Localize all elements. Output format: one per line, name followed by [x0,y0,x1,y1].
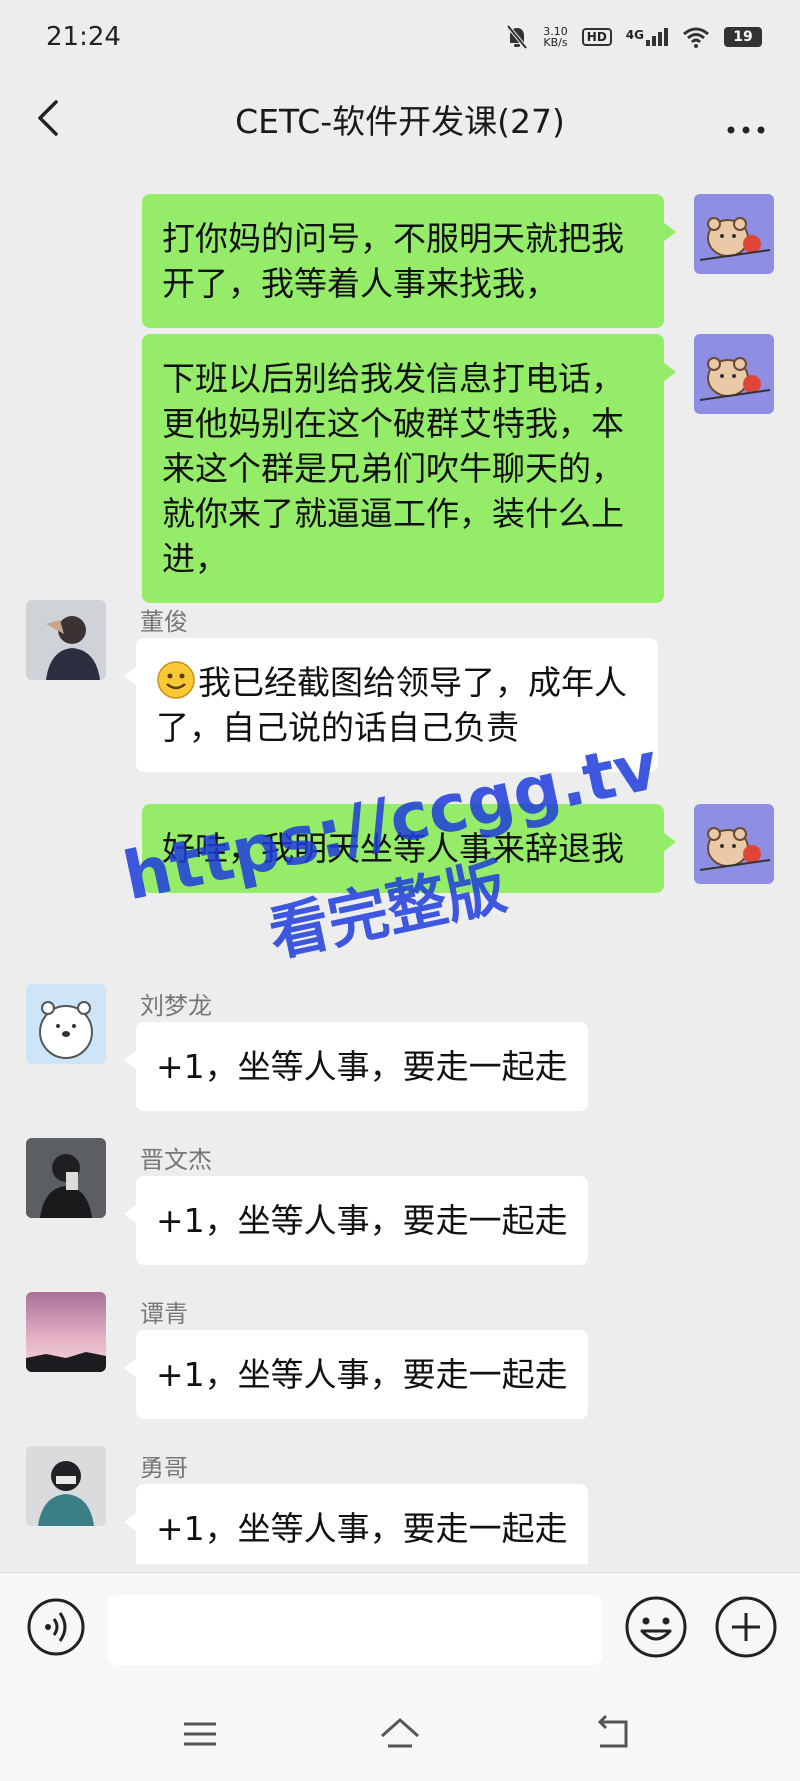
home-icon[interactable] [378,1714,422,1754]
emoji-icon[interactable] [624,1595,688,1659]
message-other: 晋文杰 +1，坐等人事，要走一起走 [0,1138,800,1288]
system-nav-bar [0,1692,800,1781]
sender-name: 晋文杰 [140,1146,212,1174]
bear-avatar[interactable] [694,194,774,274]
menu-icon[interactable] [178,1714,222,1754]
message-own: 下班以后别给我发信息打电话，更他妈别在这个破群艾特我，本来这个群是兄弟们吹牛聊天… [0,304,800,603]
wifi-icon [683,27,709,48]
message-other: 刘梦龙 +1，坐等人事，要走一起走 [0,984,800,1134]
message-text-field[interactable] [108,1595,602,1665]
user-avatar[interactable] [26,600,106,680]
back-arrow-icon[interactable] [30,96,70,140]
chat-message-list[interactable]: 打你妈的问号，不服明天就把我开了，我等着人事来找我， 下班以后别给我发信息打电话… [0,164,800,1564]
battery-indicator: 19 [724,27,762,47]
net-speed: 3.10 KB/s [543,26,568,48]
message-bubble[interactable]: 好哇，我明天坐等人事来辞退我 [142,804,676,893]
voice-input-icon[interactable] [26,1597,86,1657]
message-bubble[interactable]: 我已经截图给领导了，成年人了，自己说的话自己负责 [124,638,658,772]
more-options-icon[interactable] [726,104,766,144]
user-avatar[interactable] [26,1446,106,1526]
message-bubble[interactable]: +1，坐等人事，要走一起走 [124,1022,588,1111]
sender-name: 勇哥 [140,1454,188,1482]
network-type: 4G [625,28,644,42]
chat-header: CETC-软件开发课(27) [0,74,800,164]
message-input-bar [0,1572,800,1692]
sender-name: 谭青 [140,1300,188,1328]
user-avatar[interactable] [26,984,106,1064]
message-other: 谭青 +1，坐等人事，要走一起走 [0,1292,800,1442]
chat-title: CETC-软件开发课(27) [235,102,565,141]
status-time: 21:24 [46,22,121,52]
message-bubble[interactable]: +1，坐等人事，要走一起走 [124,1176,588,1265]
message-bubble[interactable]: 下班以后别给我发信息打电话，更他妈别在这个破群艾特我，本来这个群是兄弟们吹牛聊天… [142,334,676,603]
message-own: 好哇，我明天坐等人事来辞退我 [0,774,800,924]
sender-name: 董俊 [140,608,188,636]
message-bubble[interactable]: +1，坐等人事，要走一起走 [124,1484,588,1564]
message-bubble[interactable]: +1，坐等人事，要走一起走 [124,1330,588,1419]
status-icons: 3.10 KB/s HD 4G 19 [505,24,762,50]
signal-bars-icon [646,28,668,46]
hd-badge: HD [581,28,612,46]
message-text: 我已经截图给领导了，成年人了，自己说的话自己负责 [156,663,627,747]
message-other: 董俊 我已经截图给领导了，成年人了，自己说的话自己负责 [0,564,800,774]
mute-bell-icon [506,24,528,50]
add-attachment-icon[interactable] [714,1595,778,1659]
message-other: 勇哥 +1，坐等人事，要走一起走 [0,1446,800,1564]
user-avatar[interactable] [26,1292,106,1372]
smiley-emoji-icon [157,661,195,699]
bear-avatar[interactable] [694,334,774,414]
back-nav-icon[interactable] [590,1714,634,1754]
bear-avatar[interactable] [694,804,774,884]
signal-indicator: 4G [626,28,668,46]
status-bar: 21:24 3.10 KB/s HD 4G 19 [0,0,800,74]
user-avatar[interactable] [26,1138,106,1218]
net-speed-unit: KB/s [543,36,568,49]
message-own: 打你妈的问号，不服明天就把我开了，我等着人事来找我， [0,164,800,328]
sender-name: 刘梦龙 [140,992,212,1020]
